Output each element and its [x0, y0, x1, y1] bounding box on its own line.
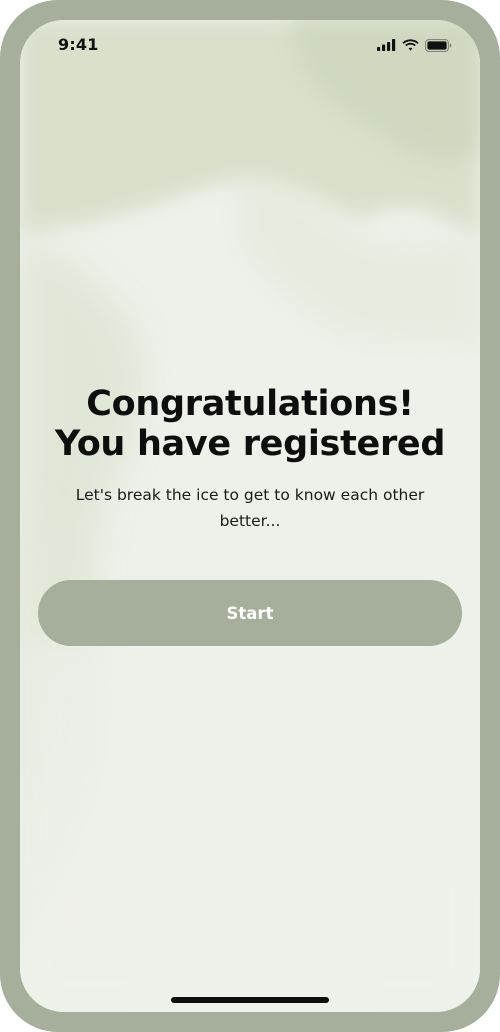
subtitle-text: Let's break the ice to get to know each … — [75, 486, 425, 530]
status-time: 9:41 — [58, 35, 99, 54]
phone-frame: 9:41 Congratulations! You have registere… — [0, 0, 500, 1032]
title-line-2: You have registered — [54, 424, 446, 464]
battery-icon — [425, 38, 452, 52]
wifi-icon — [402, 39, 419, 51]
title-line-1: Congratulations! — [86, 384, 414, 424]
page-title: Congratulations! You have registered — [20, 384, 480, 464]
start-button[interactable]: Start — [38, 580, 462, 646]
home-indicator[interactable] — [171, 997, 329, 1003]
cellular-signal-icon — [377, 39, 396, 51]
status-bar: 9:41 — [20, 20, 480, 72]
status-icons — [377, 38, 452, 52]
app-screen: 9:41 Congratulations! You have registere… — [20, 20, 480, 1012]
